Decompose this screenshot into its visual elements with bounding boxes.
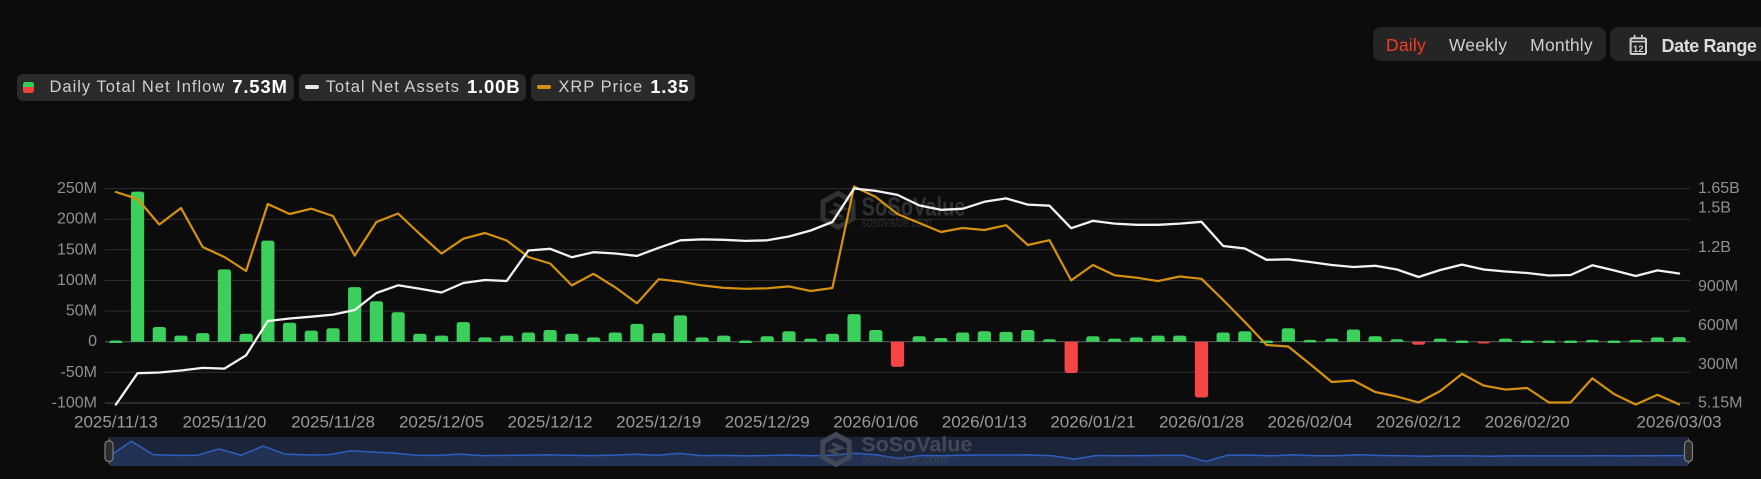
svg-text:2025/12/05: 2025/12/05 — [399, 413, 484, 432]
svg-text:5.15M: 5.15M — [1698, 395, 1742, 412]
svg-text:900M: 900M — [1698, 278, 1738, 295]
svg-text:150M: 150M — [57, 241, 97, 258]
svg-text:2025/11/20: 2025/11/20 — [182, 413, 266, 432]
svg-text:2026/01/06: 2026/01/06 — [833, 413, 918, 432]
svg-text:2025/12/29: 2025/12/29 — [725, 413, 810, 432]
svg-text:2026/02/04: 2026/02/04 — [1267, 413, 1352, 432]
svg-text:600M: 600M — [1698, 317, 1738, 334]
svg-text:2025/11/28: 2025/11/28 — [291, 413, 375, 432]
svg-text:100M: 100M — [57, 272, 97, 289]
svg-text:2025/12/19: 2025/12/19 — [616, 413, 701, 432]
svg-text:250M: 250M — [57, 180, 97, 197]
svg-text:2026/01/21: 2026/01/21 — [1050, 413, 1135, 432]
svg-text:200M: 200M — [57, 211, 97, 228]
svg-text:2025/11/13: 2025/11/13 — [74, 413, 158, 432]
svg-text:-50M: -50M — [61, 364, 97, 381]
svg-text:1.5B: 1.5B — [1698, 200, 1731, 217]
svg-text:1.65B: 1.65B — [1698, 180, 1740, 197]
svg-text:2026/02/12: 2026/02/12 — [1376, 413, 1461, 432]
svg-text:2026/01/28: 2026/01/28 — [1159, 413, 1244, 432]
svg-text:2026/02/20: 2026/02/20 — [1485, 413, 1570, 432]
svg-text:sosovalue.com: sosovalue.com — [861, 452, 947, 467]
svg-text:1.2B: 1.2B — [1698, 239, 1731, 256]
svg-text:sosovalue.com: sosovalue.com — [862, 215, 932, 230]
svg-text:0: 0 — [88, 333, 97, 350]
svg-text:2026/01/13: 2026/01/13 — [942, 413, 1027, 432]
svg-text:2026/03/03: 2026/03/03 — [1637, 413, 1722, 432]
svg-text:50M: 50M — [66, 303, 97, 320]
svg-text:2025/12/12: 2025/12/12 — [508, 413, 593, 432]
svg-text:300M: 300M — [1698, 356, 1738, 373]
svg-text:-100M: -100M — [52, 395, 97, 412]
